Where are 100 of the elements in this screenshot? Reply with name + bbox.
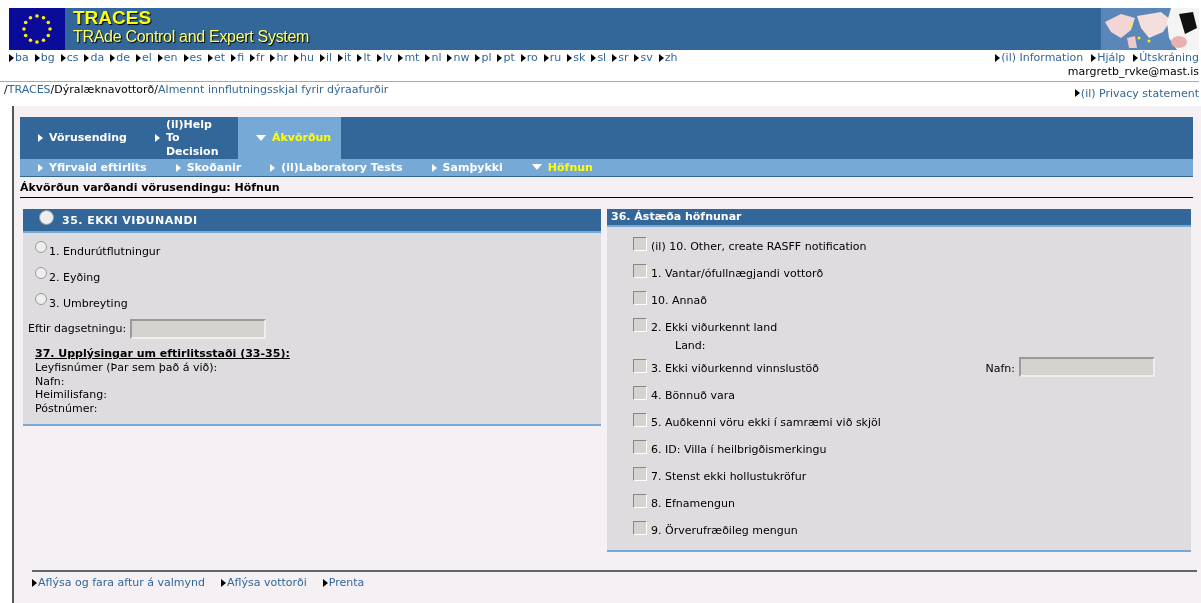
- language-link[interactable]: nw: [453, 51, 470, 65]
- language-link[interactable]: sr: [618, 51, 629, 65]
- checkbox-label: (il) 10. Other, create RASFF notification: [651, 239, 867, 254]
- arrow-icon: [175, 163, 181, 172]
- date-field[interactable]: [130, 319, 267, 339]
- language-link[interactable]: bg: [40, 51, 55, 65]
- arrow-icon: [497, 53, 503, 62]
- language-link[interactable]: zh: [664, 51, 678, 65]
- language-link[interactable]: sk: [573, 51, 586, 65]
- arrow-icon: [270, 53, 276, 62]
- language-link[interactable]: fi: [237, 51, 245, 65]
- section-heading: 37. Upplýsingar um eftirlitsstaði (33-35):: [35, 347, 291, 361]
- arrow-icon: [32, 578, 37, 587]
- language-link[interactable]: cs: [66, 51, 79, 65]
- field-label: Leyfisnúmer (Þar sem það á við):: [35, 360, 219, 375]
- checkbox[interactable]: [633, 466, 647, 481]
- checkbox[interactable]: [633, 236, 647, 251]
- arrow-icon: [447, 53, 453, 62]
- language-link[interactable]: lv: [382, 51, 393, 65]
- language-link[interactable]: da: [90, 51, 105, 65]
- language-link[interactable]: hu: [300, 51, 314, 65]
- language-link[interactable]: en: [163, 51, 178, 65]
- language-link[interactable]: fr: [256, 51, 265, 65]
- language-link[interactable]: lt: [363, 51, 371, 65]
- app-title: TRACES: [73, 8, 153, 28]
- checkbox[interactable]: [633, 358, 647, 373]
- field-label: Land:: [675, 338, 707, 353]
- checkbox[interactable]: [633, 439, 647, 454]
- arrow-icon: [110, 53, 116, 62]
- path-separator: /: [4, 82, 8, 96]
- field-label: Nafn:: [35, 374, 66, 389]
- tab[interactable]: Vörusending: [20, 117, 137, 160]
- checkbox[interactable]: [633, 263, 647, 278]
- arrow-icon: [1133, 53, 1139, 62]
- language-link[interactable]: et: [214, 51, 226, 65]
- breadcrumb-link[interactable]: TRACES: [7, 82, 51, 96]
- arrow-icon: [425, 53, 431, 62]
- arrow-icon: [995, 53, 1001, 62]
- checkbox[interactable]: [633, 493, 647, 508]
- language-link[interactable]: el: [141, 51, 152, 65]
- checkbox-label: 10. Annað: [651, 293, 707, 308]
- arrow-icon: [543, 53, 549, 62]
- option-label: 3. Umbreyting: [49, 297, 128, 311]
- language-link[interactable]: ba: [15, 51, 29, 65]
- header-link[interactable]: Hjálp: [1097, 51, 1126, 65]
- caret-icon: [531, 163, 542, 170]
- checkbox[interactable]: [633, 385, 647, 400]
- arrow-icon: [38, 163, 43, 172]
- language-link[interactable]: it: [344, 51, 352, 65]
- language-link[interactable]: ro: [526, 51, 538, 65]
- breadcrumb-link[interactable]: Almennt innflutningsskjal fyrir dýraafurðir: [158, 82, 389, 96]
- language-link[interactable]: hr: [276, 51, 288, 65]
- language-link[interactable]: sl: [597, 51, 607, 65]
- arrow-icon: [634, 53, 640, 62]
- language-link[interactable]: nl: [431, 51, 442, 65]
- checkbox[interactable]: [633, 520, 647, 535]
- arrow-icon: [183, 53, 189, 62]
- language-link[interactable]: ru: [549, 51, 562, 65]
- footer-link[interactable]: Aflýsa og fara aftur á valmynd: [38, 575, 205, 590]
- checkbox[interactable]: [633, 412, 647, 427]
- language-link[interactable]: pt: [503, 51, 515, 65]
- privacy-link[interactable]: (il) Privacy statement: [1080, 86, 1199, 101]
- name-field[interactable]: [1019, 356, 1155, 377]
- panel-title: 36. Ástæða höfnunar: [607, 209, 1191, 227]
- footer-link[interactable]: Prenta: [328, 575, 365, 590]
- page-title: Ákvörðun varðandi vörusendingu: Höfnun: [20, 177, 1193, 198]
- arrow-icon: [220, 578, 226, 587]
- radio-button[interactable]: [35, 267, 47, 279]
- tab[interactable]: (il)Help To Decision: [136, 117, 238, 160]
- radio-button[interactable]: [35, 293, 47, 305]
- arrow-icon: [376, 53, 382, 62]
- arrow-icon: [398, 53, 404, 62]
- arrow-icon: [475, 53, 481, 62]
- language-link[interactable]: es: [189, 51, 203, 65]
- arrow-icon: [567, 53, 573, 62]
- language-link[interactable]: de: [116, 51, 130, 65]
- language-link[interactable]: sv: [640, 51, 653, 65]
- checkbox[interactable]: [633, 317, 647, 332]
- arrow-icon: [591, 53, 597, 62]
- app-subtitle: TRAde Control and Expert System: [73, 28, 310, 46]
- arrow-icon: [658, 53, 664, 62]
- path-separator: /: [50, 82, 55, 96]
- field-label: Heimilisfang:: [35, 388, 108, 402]
- header-link[interactable]: Útskráning: [1139, 51, 1199, 65]
- radio-button[interactable]: [35, 241, 47, 253]
- footer-link[interactable]: Aflýsa vottorði: [226, 575, 307, 590]
- language-link[interactable]: pl: [481, 51, 492, 65]
- radio-button[interactable]: [39, 210, 54, 225]
- panel-title: 35. EKKI VIÐUNANDI: [62, 214, 198, 228]
- language-link[interactable]: mt: [404, 51, 420, 65]
- checkbox[interactable]: [633, 290, 647, 305]
- checkbox-label: 2. Ekki viðurkennt land: [651, 320, 778, 335]
- arrow-icon: [270, 163, 276, 172]
- language-link[interactable]: il: [325, 51, 333, 65]
- checkbox-label: 3. Ekki viðurkennd vinnslustöð: [651, 361, 819, 376]
- option-label: 1. Endurútflutningur: [49, 245, 161, 259]
- arrow-icon: [34, 53, 40, 62]
- arrow-icon: [294, 53, 299, 62]
- header-link[interactable]: (il) Information: [1001, 51, 1084, 65]
- arrow-icon: [38, 134, 43, 143]
